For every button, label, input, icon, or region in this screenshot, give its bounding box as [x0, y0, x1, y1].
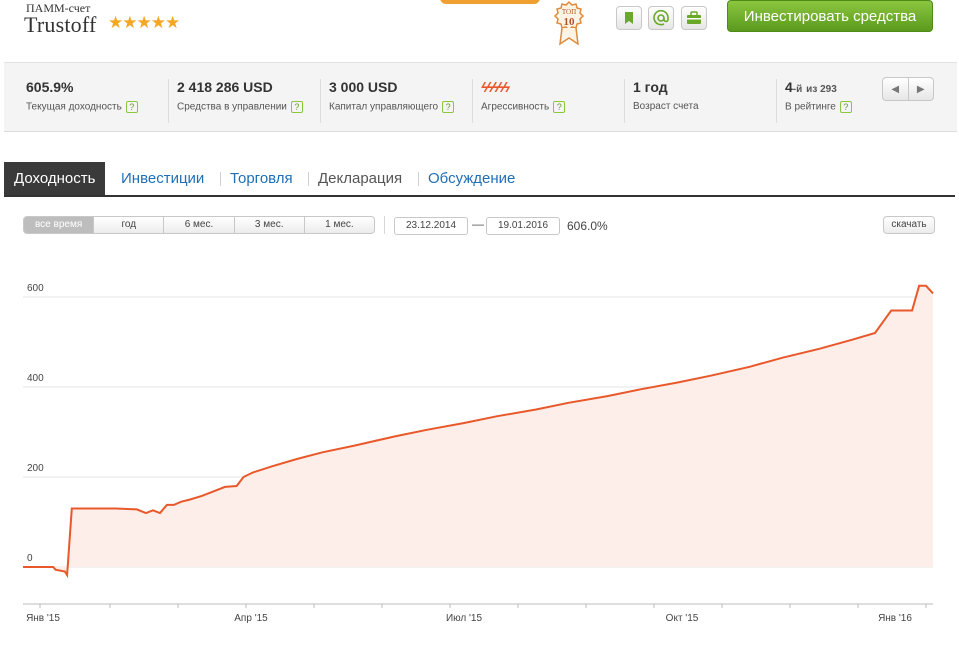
returns-chart: 0 200 400 600 Янв '15 Апр '15 Июл '15 Окт '15 Ян… [23, 283, 934, 624]
stat-funds-managed: 2 418 286 USD Средства в управлении? [168, 79, 318, 123]
help-icon[interactable]: ? [442, 101, 455, 113]
badge-line1: ТОП [562, 8, 576, 16]
help-icon[interactable]: ? [553, 101, 566, 113]
help-icon[interactable]: ? [125, 101, 138, 113]
at-icon [653, 10, 669, 26]
stat-label: Капитал управляющего [329, 101, 439, 113]
toolbar-divider [384, 216, 385, 234]
stat-label: Возраст счета [633, 101, 699, 112]
account-tabs: Доходность Инвестиции Торговля Деклараци… [4, 162, 955, 197]
rank-number: 4 [785, 79, 793, 95]
stat-account-age: 1 год Возраст счета [624, 79, 774, 123]
tab-discussion[interactable]: Обсуждение [428, 162, 515, 195]
tab-returns[interactable]: Доходность [4, 162, 106, 195]
stat-rank: 4-й из 293 В рейтинге? [776, 79, 876, 123]
stat-value: 3 000 USD [329, 79, 398, 95]
rank-pager: ◀ ▶ [882, 77, 934, 101]
badge-line2: 10 [564, 16, 576, 28]
rank-of-total: из 293 [806, 84, 837, 95]
tab-divider [418, 172, 419, 186]
account-header: ПАММ-счет Trustoff ★★★★★ ТОП 10 Инвестир… [0, 0, 959, 62]
stat-label: В рейтинге [785, 101, 836, 113]
tab-trading[interactable]: Торговля [230, 162, 293, 195]
stat-value: 605.9% [26, 79, 74, 95]
lightning-icon: ϟϟϟϟϟ [481, 79, 510, 95]
stat-current-return: 605.9% Текущая доходность? [18, 79, 166, 123]
next-arrow-icon[interactable]: ▶ [907, 78, 934, 100]
portfolio-button[interactable] [681, 6, 707, 30]
stat-value: 1 год [633, 79, 668, 95]
range-all-time[interactable]: все время [24, 217, 94, 233]
y-tick-label: 0 [27, 553, 33, 564]
bookmark-button[interactable] [616, 6, 642, 30]
y-tick-label: 200 [27, 463, 44, 474]
stat-manager-capital: 3 000 USD Капитал управляющего? [320, 79, 470, 123]
account-name: Trustoff [24, 12, 97, 37]
x-tick-label: Янв '16 [878, 613, 912, 624]
x-tick-label: Апр '15 [234, 613, 268, 624]
stats-bar: 605.9% Текущая доходность? 2 418 286 USD… [4, 62, 957, 132]
date-range-dash: — [472, 217, 484, 231]
help-icon[interactable]: ? [839, 101, 852, 113]
stat-label: Средства в управлении [177, 101, 287, 113]
series-area [23, 285, 933, 576]
stat-label: Агрессивность [481, 101, 550, 113]
tab-divider [220, 172, 221, 186]
rank-suffix: -й [792, 84, 803, 95]
date-from-input[interactable]: 23.12.2014 [394, 217, 468, 235]
stat-aggressiveness: ϟϟϟϟϟ Агрессивность? [472, 79, 622, 123]
stat-label: Текущая доходность [26, 101, 122, 113]
date-to-input[interactable]: 19.01.2016 [486, 217, 560, 235]
help-icon[interactable]: ? [290, 101, 303, 113]
tab-investments[interactable]: Инвестиции [121, 162, 204, 195]
orange-tab-decoration [440, 0, 540, 4]
download-button[interactable]: скачать [883, 216, 935, 234]
tab-divider [308, 172, 309, 186]
time-range-selector: все время год 6 мес. 3 мес. 1 мес. [23, 216, 375, 234]
x-tick-label: Июл '15 [446, 613, 483, 624]
invest-button[interactable]: Инвестировать средства [727, 0, 933, 32]
briefcase-icon [687, 11, 701, 24]
tab-declaration[interactable]: Декларация [318, 162, 402, 195]
period-return: 606.0% [567, 219, 608, 233]
range-6-months[interactable]: 6 мес. [163, 217, 233, 233]
x-tick-label: Янв '15 [26, 613, 60, 624]
range-3-months[interactable]: 3 мес. [233, 217, 304, 233]
email-button[interactable] [648, 6, 674, 30]
y-tick-label: 400 [27, 373, 44, 384]
rating-stars: ★★★★★ [108, 13, 180, 32]
y-tick-label: 600 [27, 283, 44, 294]
stat-value: 2 418 286 USD [177, 79, 273, 95]
prev-arrow-icon[interactable]: ◀ [883, 78, 908, 100]
range-year[interactable]: год [93, 217, 163, 233]
bookmark-icon [625, 12, 633, 24]
range-1-month[interactable]: 1 мес. [303, 217, 374, 233]
x-tick-label: Окт '15 [666, 613, 699, 624]
top10-badge-icon: ТОП 10 [553, 0, 585, 46]
